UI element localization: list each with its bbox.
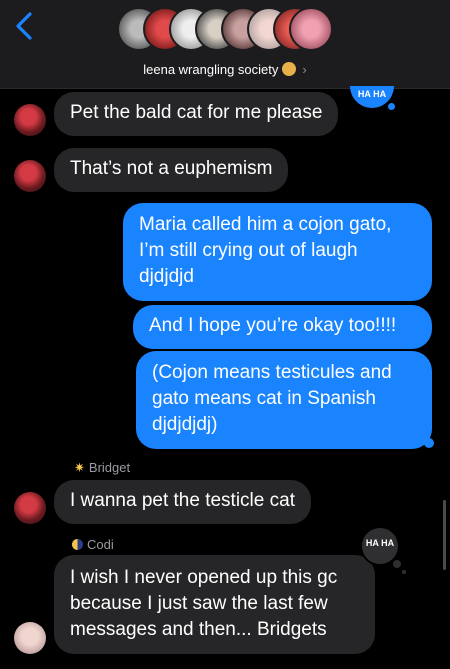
sender-name: Bridget [88, 460, 131, 475]
message-text: That’s not a euphemism [70, 158, 273, 179]
scrollbar[interactable] [443, 500, 446, 570]
conversation-header: leena wrangling society › [0, 0, 450, 89]
cowboy-emoji-icon [282, 62, 297, 76]
chevron-left-icon[interactable] [12, 10, 36, 42]
outgoing-message-bubble[interactable]: (Cojon means testicules and gato means c… [136, 351, 432, 449]
star-icon: ✷ [74, 460, 85, 475]
message-text: Pet the bald cat for me please [70, 102, 323, 123]
message-line: Maria called him a cojon gato, [139, 214, 392, 235]
message-text: I wanna pet the testicle cat [70, 490, 295, 511]
sender-label: ✷ Bridget [74, 460, 130, 476]
avatar[interactable] [14, 160, 46, 192]
message-line: (Cojon means testicules and [152, 362, 392, 383]
message-line: djdjdjdj) [152, 414, 218, 435]
incoming-message-bubble[interactable]: I wish I never opened up this gc because… [54, 555, 375, 654]
message-line: djdjdjd [139, 266, 194, 287]
avatar[interactable] [14, 104, 46, 136]
message-line: I’m still crying out of laugh [139, 240, 358, 261]
group-title[interactable]: leena wrangling society › [0, 62, 450, 77]
message-line: I wish I never opened up this gc [70, 567, 338, 588]
tapback-tail-dot [402, 570, 406, 574]
incoming-message-bubble[interactable]: I wanna pet the testicle cat [54, 480, 311, 524]
tapback-label: HA HA [357, 89, 387, 99]
moon-icon [72, 539, 83, 550]
message-line: because I just saw the last few [70, 593, 328, 614]
tapback-tail-dot [393, 560, 401, 568]
group-name: leena wrangling society [143, 62, 279, 77]
message-line: gato means cat in Spanish [152, 388, 376, 409]
outgoing-message-bubble[interactable]: Maria called him a cojon gato, I’m still… [123, 203, 432, 301]
bubble-tail [424, 438, 434, 448]
sender-label: Codi [72, 537, 114, 552]
tapback-label: HA HA [365, 538, 395, 548]
message-line: messages and then... Bridgets [70, 619, 327, 640]
avatar[interactable] [14, 622, 46, 654]
message-text: And I hope you’re okay too!!!! [149, 315, 397, 336]
tapback-tail-dot [388, 103, 395, 110]
chevron-right-icon: › [302, 62, 307, 77]
incoming-message-bubble[interactable]: That’s not a euphemism [54, 148, 289, 192]
member-avatar [289, 7, 333, 51]
incoming-message-bubble[interactable]: Pet the bald cat for me please [54, 92, 339, 136]
avatar[interactable] [14, 492, 46, 524]
outgoing-message-bubble[interactable]: And I hope you’re okay too!!!! [133, 305, 432, 349]
sender-name: Codi [87, 537, 114, 552]
